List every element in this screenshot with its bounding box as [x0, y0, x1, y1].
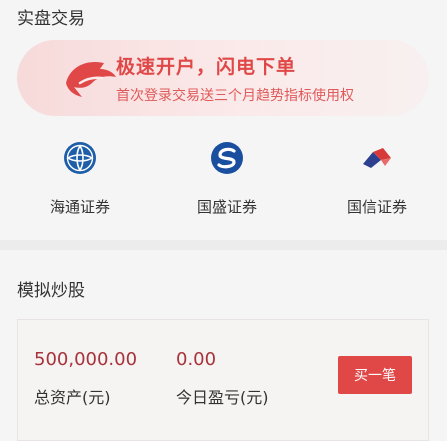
total-assets-value: 500,000.00 — [34, 349, 138, 370]
total-assets-label: 总资产(元) — [34, 388, 111, 407]
real-trading-title: 实盘交易 — [17, 9, 85, 29]
account-open-banner[interactable]: 极速开户，闪电下单 首次登录交易送三个月趋势指标使用权 — [17, 40, 429, 116]
broker-haitong[interactable]: 海通证券 — [5, 140, 155, 216]
broker-name: 国盛证券 — [196, 198, 257, 216]
promo-title: 极速开户，闪电下单 — [116, 56, 297, 78]
simulated-trading-title: 模拟炒股 — [17, 281, 85, 301]
broker-guosen[interactable]: 国信证券 — [302, 140, 447, 216]
shark-icon — [66, 61, 116, 97]
simulated-account-card: 500,000.00 0.00 总资产(元) 今日盈亏(元) 买一笔 — [17, 319, 429, 441]
broker-name: 国信证券 — [346, 198, 407, 216]
today-pnl-label: 今日盈亏(元) — [176, 388, 269, 407]
section-divider — [0, 240, 447, 250]
promo-subtitle: 首次登录交易送三个月趋势指标使用权 — [116, 88, 354, 104]
today-pnl-value: 0.00 — [176, 349, 217, 370]
guosheng-logo-icon — [211, 142, 243, 174]
buy-button[interactable]: 买一笔 — [338, 356, 412, 394]
guosen-logo-icon — [363, 148, 391, 168]
broker-name: 海通证券 — [49, 198, 110, 216]
haitong-logo-icon — [64, 142, 96, 174]
broker-guosheng[interactable]: 国盛证券 — [152, 140, 302, 216]
